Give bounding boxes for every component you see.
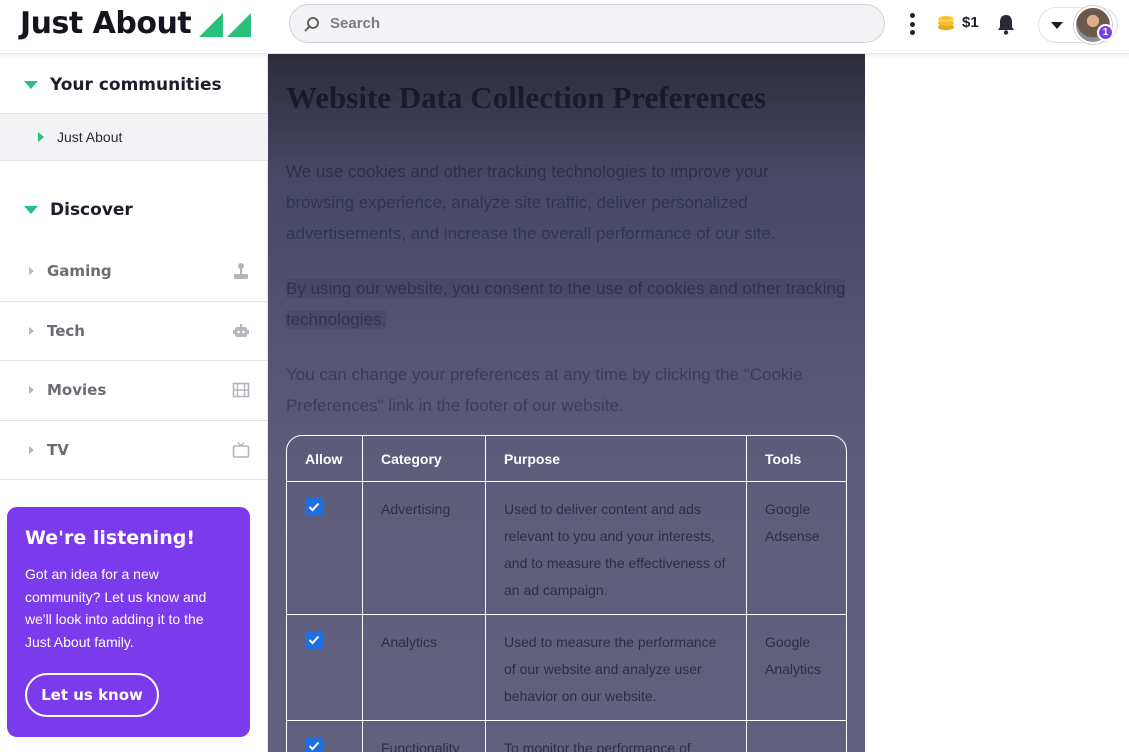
expand-triangle-icon [29, 326, 34, 335]
collapse-triangle-icon [24, 206, 38, 214]
allow-cell [287, 721, 363, 752]
expand-triangle-icon [38, 132, 44, 142]
page-title: Website Data Collection Preferences [286, 80, 767, 115]
column-header-tools: Tools [747, 436, 846, 482]
sidebar-item-gaming[interactable]: Gaming [0, 242, 268, 302]
top-navigation-bar: Just About $1 1 [0, 0, 1129, 54]
sidebar-item-tech[interactable]: Tech [0, 302, 268, 361]
allow-cell [287, 615, 363, 721]
expand-triangle-icon [29, 267, 34, 276]
chevron-down-icon [1051, 21, 1063, 29]
section-title: Discover [50, 200, 133, 220]
column-header-purpose: Purpose [486, 436, 747, 482]
sidebar-item-label: Tech [47, 321, 85, 340]
column-header-category: Category [363, 436, 486, 482]
expand-triangle-icon [29, 445, 34, 454]
sidebar-item-just-about[interactable]: Just About [0, 113, 268, 161]
notifications-bell-icon[interactable] [994, 12, 1018, 36]
tv-icon [232, 441, 250, 458]
allow-analytics-checkbox[interactable] [305, 631, 323, 649]
checkmark-icon [308, 741, 320, 751]
allow-functionality-checkbox[interactable] [305, 737, 323, 752]
allow-advertising-checkbox[interactable] [305, 498, 323, 516]
expand-triangle-icon [29, 386, 34, 395]
table-row: Advertising Used to deliver content and … [287, 482, 846, 615]
sidebar-item-label: Gaming [47, 262, 112, 281]
column-header-allow: Allow [287, 436, 363, 482]
purpose-cell: Used to measure the performance of our w… [486, 615, 747, 721]
notification-badge: 1 [1097, 24, 1114, 41]
coins-balance[interactable]: $1 [936, 12, 979, 32]
highlighted-text: By using our website, you consent to the… [286, 279, 846, 329]
tools-cell [747, 721, 846, 752]
robot-icon [233, 323, 249, 337]
sidebar-item-label: TV [47, 440, 69, 459]
consent-paragraph: By using our website, you consent to the… [286, 273, 846, 335]
let-us-know-button[interactable]: Let us know [25, 673, 159, 717]
discover-list: Gaming Tech Movies TV [0, 242, 268, 480]
discover-heading[interactable]: Discover [0, 200, 133, 220]
search-input[interactable] [330, 15, 850, 32]
film-icon [232, 382, 250, 398]
category-cell: Advertising [363, 482, 486, 615]
category-cell: Functionality [363, 721, 486, 752]
change-preferences-paragraph: You can change your preferences at any t… [286, 365, 803, 415]
checkmark-icon [308, 635, 320, 645]
intro-line: advertisements, and increase the overall… [286, 224, 776, 243]
coins-amount: $1 [962, 13, 979, 31]
coins-icon [938, 15, 954, 31]
sidebar-item-label: Movies [47, 381, 107, 400]
your-communities-heading[interactable]: Your communities [0, 75, 222, 95]
intro-line: browsing experience, analyze site traffi… [286, 193, 748, 212]
category-cell: Analytics [363, 615, 486, 721]
sidebar: Your communities Just About Discover Gam… [0, 55, 268, 752]
search-icon [304, 16, 319, 31]
cookie-preferences-panel: Website Data Collection Preferences We u… [268, 54, 865, 752]
collapse-triangle-icon [24, 81, 38, 89]
more-options-icon[interactable] [904, 11, 920, 37]
tools-cell: Google Adsense [747, 482, 846, 615]
checkmark-icon [308, 502, 320, 512]
suggest-community-card: We're listening! Got an idea for a new c… [7, 507, 250, 737]
promo-body: Got an idea for a new community? Let us … [25, 566, 207, 650]
allow-cell [287, 482, 363, 615]
sidebar-item-movies[interactable]: Movies [0, 361, 268, 421]
search-bar[interactable] [289, 4, 885, 43]
promo-title: We're listening! [25, 527, 195, 549]
purpose-cell: To monitor the performance of [486, 721, 747, 752]
intro-paragraph: We use cookies and other tracking techno… [286, 156, 846, 249]
section-title: Your communities [50, 75, 222, 95]
table-header-row: Allow Category Purpose Tools [287, 436, 846, 482]
intro-line: We use cookies and other tracking techno… [286, 162, 769, 181]
cookie-preferences-table: Allow Category Purpose Tools Advertising… [286, 435, 847, 752]
site-logo[interactable]: Just About [20, 6, 253, 41]
tools-cell: Google Analytics [747, 615, 846, 721]
table-row: Functionality To monitor the performance… [287, 721, 846, 752]
cookie-document: Website Data Collection Preferences We u… [286, 80, 846, 445]
sidebar-item-label: Just About [57, 129, 123, 145]
logo-mark-icon [199, 12, 252, 37]
table-row: Analytics Used to measure the performanc… [287, 615, 846, 721]
sidebar-item-tv[interactable]: TV [0, 421, 268, 480]
purpose-cell: Used to deliver content and ads relevant… [486, 482, 747, 615]
logo-text: Just About [20, 6, 192, 41]
joystick-icon [234, 263, 248, 280]
